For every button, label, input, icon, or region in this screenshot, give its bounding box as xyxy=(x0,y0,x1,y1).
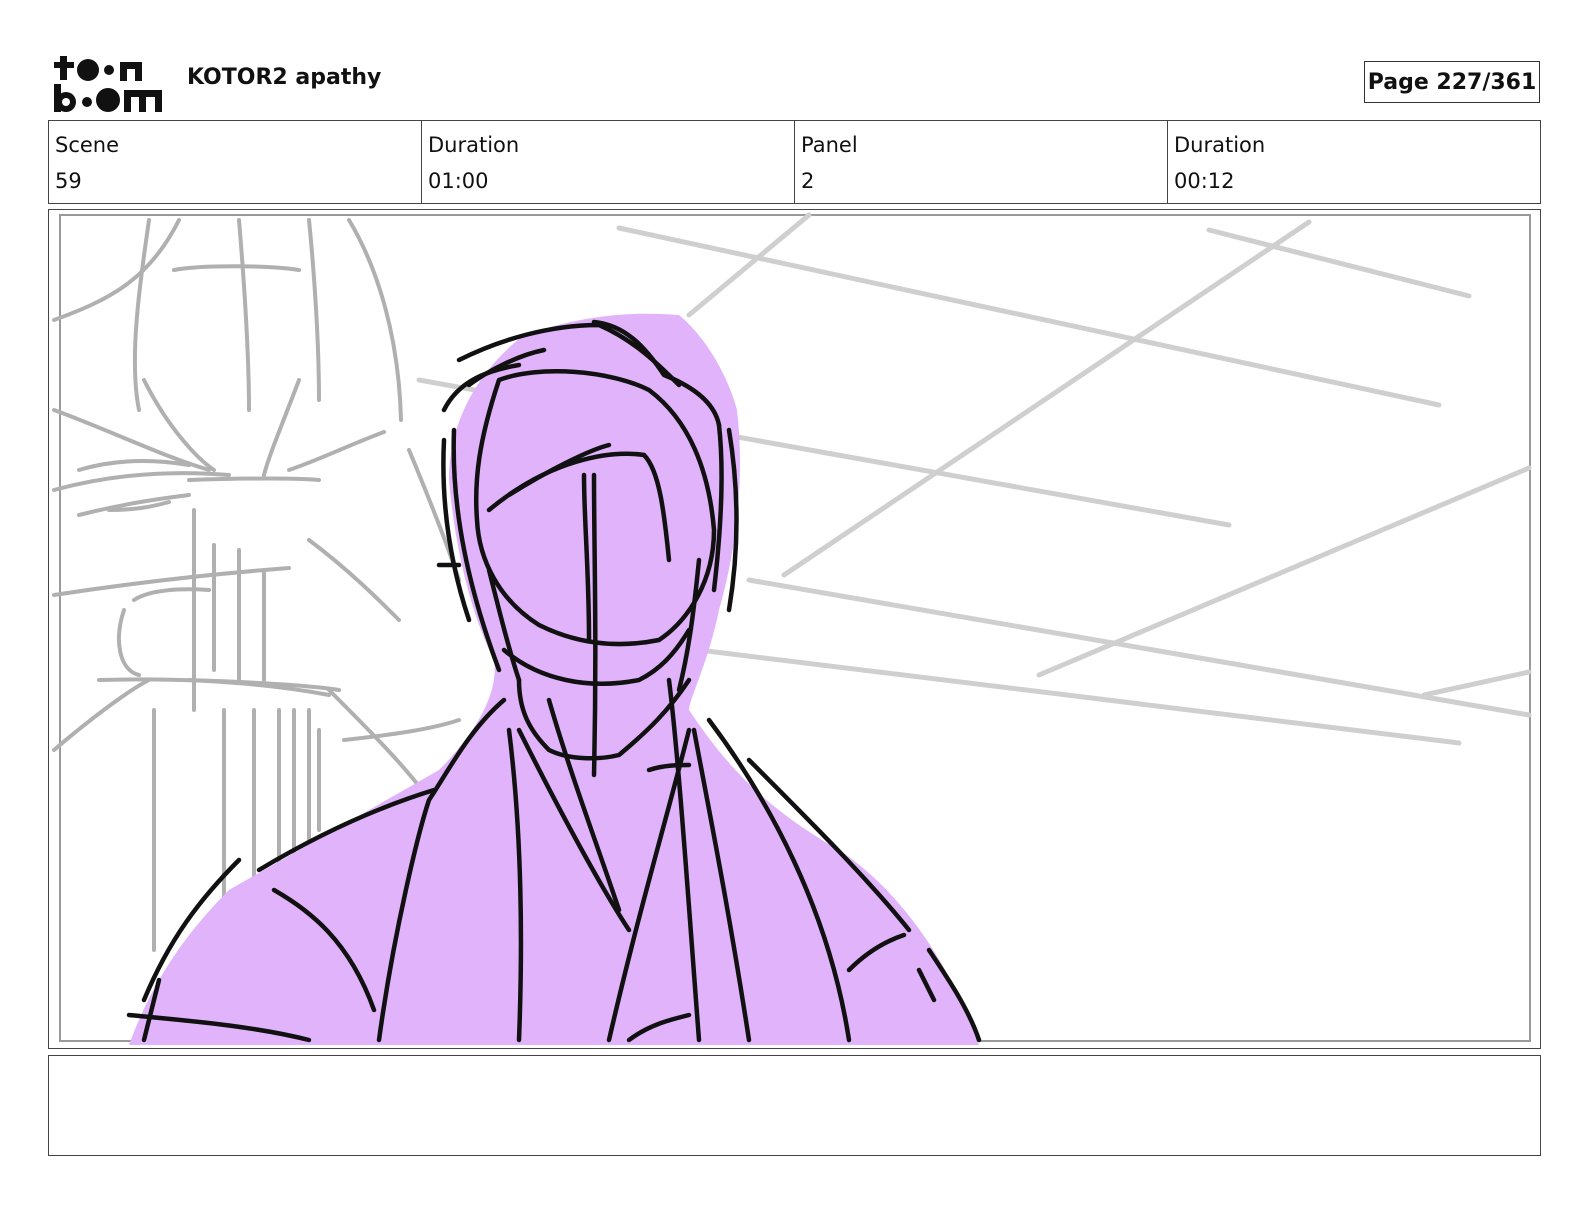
panel-drawing xyxy=(52,212,1532,1045)
panel-duration-value: 00:12 xyxy=(1174,169,1235,193)
scene-duration-value: 01:00 xyxy=(428,169,489,193)
scene-cell: Scene 59 xyxy=(49,121,422,203)
toon-boom-logo xyxy=(54,56,162,112)
scene-duration-cell: Duration 01:00 xyxy=(422,121,795,203)
page-label: Page 227/361 xyxy=(1367,69,1537,95)
page-indicator: Page 227/361 xyxy=(1364,61,1540,103)
panel-notes-box[interactable] xyxy=(48,1055,1541,1156)
panel-cell: Panel 2 xyxy=(795,121,1168,203)
panel-value: 2 xyxy=(801,169,815,193)
character-fill xyxy=(129,313,979,1045)
scene-value: 59 xyxy=(55,169,82,193)
panel-label: Panel xyxy=(801,133,858,157)
storyboard-panel xyxy=(48,209,1541,1049)
panel-duration-label: Duration xyxy=(1174,133,1266,157)
project-title: KOTOR2 apathy xyxy=(187,65,382,90)
scene-info-table: Scene 59 Duration 01:00 Panel 2 Duration… xyxy=(48,120,1541,204)
panel-duration-cell: Duration 00:12 xyxy=(1168,121,1540,203)
scene-label: Scene xyxy=(55,133,120,157)
scene-duration-label: Duration xyxy=(428,133,520,157)
